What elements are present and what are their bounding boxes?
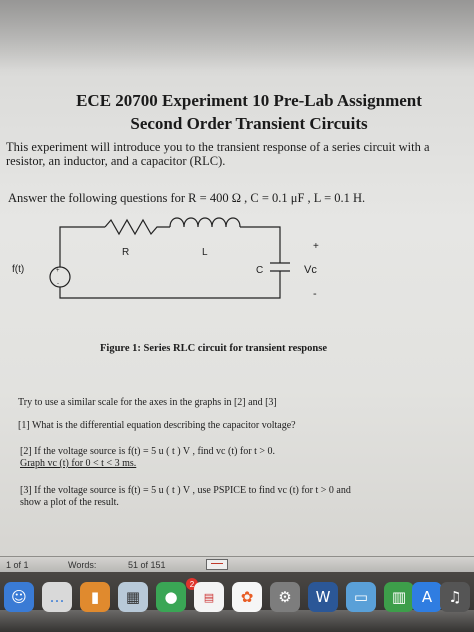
- intro-paragraph: This experiment will introduce you to th…: [6, 140, 468, 168]
- finder-icon[interactable]: ☺: [4, 582, 34, 612]
- inductor-label: L: [202, 247, 208, 258]
- resistor-label: R: [122, 247, 129, 258]
- intro-line-1: This experiment will introduce you to th…: [6, 140, 430, 154]
- vc-label: Vc: [304, 264, 317, 276]
- figure-caption: Figure 1: Series RLC circuit for transie…: [100, 343, 327, 354]
- inductor-symbol: [169, 217, 241, 228]
- question-2: [2] If the voltage source is f(t) = 5 u …: [20, 446, 450, 470]
- photos-icon[interactable]: ✿: [232, 582, 262, 612]
- document-page: ECE 20700 Experiment 10 Pre-Lab Assignme…: [0, 0, 474, 556]
- wire-bottom: [59, 271, 281, 299]
- component-values: Answer the following questions for R = 4…: [8, 191, 366, 205]
- mac-dock: ☺ … ▮ ▦ ● 2 ▤ ✿ ⚙ W ▭ ▥ A ♫: [0, 572, 474, 632]
- scale-note: Try to use a similar scale for the axes …: [18, 397, 277, 408]
- question-3-line-1: [3] If the voltage source is f(t) = 5 u …: [20, 485, 351, 496]
- proofing-icon[interactable]: [206, 559, 228, 570]
- voltage-source-symbol: [49, 266, 71, 288]
- words-label: Words:: [68, 560, 97, 570]
- question-2-line-2: Graph vc (t) for 0 < t < 3 ms.: [20, 458, 137, 469]
- numbers-icon[interactable]: ▥: [384, 582, 414, 612]
- question-2-line-1: [2] If the voltage source is f(t) = 5 u …: [20, 446, 276, 457]
- facetime-icon[interactable]: ●: [156, 582, 186, 612]
- question-3: [3] If the voltage source is f(t) = 5 u …: [20, 485, 450, 509]
- dock-shelf: [0, 610, 474, 632]
- question-3-line-2: show a plot of the result.: [20, 497, 119, 508]
- source-label: f(t): [12, 264, 24, 275]
- vc-plus: +: [313, 241, 319, 252]
- itunes-icon[interactable]: ♫: [440, 582, 470, 612]
- vc-minus: -: [313, 288, 317, 300]
- question-1: [1] What is the differential equation de…: [18, 420, 296, 431]
- source-minus: -: [57, 281, 59, 287]
- rlc-circuit-diagram: + - f(t) R L C + Vc -: [12, 217, 319, 300]
- word-count[interactable]: 51 of 151: [128, 560, 166, 570]
- resistor-symbol: [104, 218, 170, 236]
- intro-line-2: resistor, an inductor, and a capacitor (…: [6, 154, 226, 168]
- books-icon[interactable]: ▮: [80, 582, 110, 612]
- wire-top-left: [59, 226, 105, 267]
- word-status-bar: 1 of 1 Words: 51 of 151: [0, 556, 474, 572]
- capacitor-label: C: [256, 265, 263, 276]
- wire-top-right: [240, 226, 281, 263]
- calendar-icon[interactable]: ▤: [194, 582, 224, 612]
- document-title: ECE 20700 Experiment 10 Pre-Lab Assignme…: [76, 91, 422, 110]
- document-subtitle: Second Order Transient Circuits: [130, 114, 368, 133]
- messages-icon[interactable]: …: [42, 582, 72, 612]
- page-shadow: [0, 0, 474, 70]
- preview-icon[interactable]: ▦: [118, 582, 148, 612]
- app-store-icon[interactable]: A: [412, 582, 442, 612]
- system-preferences-icon[interactable]: ⚙: [270, 582, 300, 612]
- page-count[interactable]: 1 of 1: [6, 560, 29, 570]
- source-plus: +: [56, 268, 60, 274]
- word-icon[interactable]: W: [308, 582, 338, 612]
- folder-icon[interactable]: ▭: [346, 582, 376, 612]
